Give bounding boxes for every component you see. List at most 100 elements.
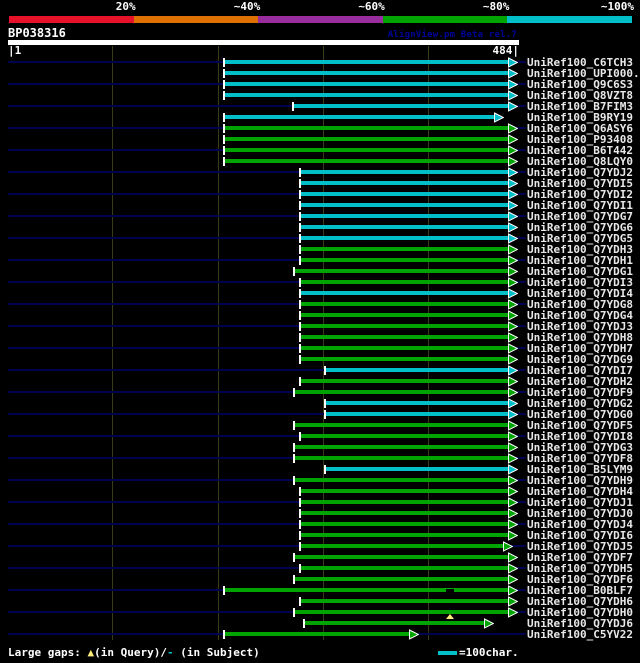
hit-arrow-icon <box>508 200 518 211</box>
identity-scale-label: ~60% <box>358 0 385 13</box>
hit-bar[interactable] <box>299 500 509 504</box>
hit-arrow-icon <box>508 508 518 519</box>
identity-scale-segment <box>133 16 259 23</box>
hit-bar[interactable] <box>293 555 509 559</box>
hit-bar[interactable] <box>224 115 496 119</box>
hit-bar[interactable] <box>299 313 509 317</box>
hit-bar[interactable] <box>299 236 509 240</box>
hit-bar[interactable] <box>224 93 509 97</box>
hit-bar[interactable] <box>299 203 509 207</box>
identity-scale-segment <box>507 16 632 23</box>
hit-bar[interactable] <box>325 412 509 416</box>
hit-bar[interactable] <box>299 489 509 493</box>
large-gaps-label: Large gaps: <box>8 646 88 659</box>
hit-bar[interactable] <box>224 60 509 64</box>
hit-bar[interactable] <box>299 302 509 306</box>
hit-bar[interactable] <box>293 423 509 427</box>
hit-start-tick <box>298 168 301 177</box>
watermark-text: AlignView.pm Beta rel.7 <box>387 30 517 40</box>
hit-arrow-icon <box>508 299 518 310</box>
hit-bar[interactable] <box>299 225 509 229</box>
hit-arrow-icon <box>508 244 518 255</box>
hit-arrow-icon <box>508 519 518 530</box>
hit-arrow-icon <box>508 255 518 266</box>
hit-start-tick <box>298 223 301 232</box>
large-gaps-legend: Large gaps: ▲(in Query)/- (in Subject) <box>8 646 260 659</box>
hit-bar[interactable] <box>224 137 509 141</box>
query-gap-marker <box>445 614 454 619</box>
hit-bar[interactable] <box>299 357 509 361</box>
hit-start-tick <box>298 322 301 331</box>
hit-bar[interactable] <box>299 258 509 262</box>
hit-bar[interactable] <box>293 577 509 581</box>
hit-arrow-icon <box>508 552 518 563</box>
hit-bar[interactable] <box>293 478 509 482</box>
hit-bar[interactable] <box>325 368 509 372</box>
hit-arrow-icon <box>508 530 518 541</box>
hit-bar[interactable] <box>293 390 509 394</box>
hit-start-tick <box>298 531 301 540</box>
hit-bar[interactable] <box>299 434 509 438</box>
hit-bar[interactable] <box>299 346 509 350</box>
hit-bar[interactable] <box>299 324 509 328</box>
hit-bar[interactable] <box>299 335 509 339</box>
hit-bar[interactable] <box>299 533 509 537</box>
hit-arrow-icon <box>508 596 518 607</box>
hit-bar[interactable] <box>293 445 509 449</box>
hit-start-tick <box>223 146 226 155</box>
hit-bar[interactable] <box>224 632 410 636</box>
hit-bar[interactable] <box>293 269 509 273</box>
hit-label[interactable]: UniRef100_C5YV22 <box>527 629 633 640</box>
hit-bar[interactable] <box>304 621 485 625</box>
hit-bar[interactable] <box>224 148 509 152</box>
hit-bar[interactable] <box>299 566 509 570</box>
hit-bar[interactable] <box>299 181 509 185</box>
hit-bar[interactable] <box>299 544 504 548</box>
hit-start-tick <box>298 300 301 309</box>
hit-bar[interactable] <box>299 379 509 383</box>
subject-gap-marker <box>445 589 454 592</box>
ruler-start-label: |1 <box>8 44 22 57</box>
hit-start-tick <box>324 465 327 474</box>
hit-start-tick <box>298 542 301 551</box>
hit-bar[interactable] <box>293 456 509 460</box>
hit-bar[interactable] <box>299 247 509 251</box>
identity-scale-label: 20% <box>115 0 136 13</box>
hit-bar[interactable] <box>224 82 509 86</box>
hit-arrow-icon <box>508 431 518 442</box>
hit-bar[interactable] <box>299 511 509 515</box>
hit-bar[interactable] <box>224 159 509 163</box>
hit-bar[interactable] <box>299 291 509 295</box>
hit-bar[interactable] <box>224 126 509 130</box>
hit-bar[interactable] <box>299 599 509 603</box>
hit-bar[interactable] <box>224 71 509 75</box>
hit-start-tick <box>292 388 295 397</box>
hit-bar[interactable] <box>299 192 509 196</box>
hit-arrow-icon <box>508 442 518 453</box>
hit-arrow-icon <box>508 409 518 420</box>
hit-bar[interactable] <box>292 104 509 108</box>
hit-bar[interactable] <box>299 280 509 284</box>
hit-arrow-icon <box>508 332 518 343</box>
hit-bar[interactable] <box>299 522 509 526</box>
hit-arrow-icon <box>508 387 518 398</box>
hit-bar[interactable] <box>299 170 509 174</box>
hit-bar[interactable] <box>299 214 509 218</box>
hit-bar[interactable] <box>293 610 509 614</box>
hit-bar[interactable] <box>224 588 509 592</box>
hit-arrow-icon <box>508 574 518 585</box>
hit-arrow-icon <box>508 464 518 475</box>
hit-arrow-icon <box>508 68 518 79</box>
hit-arrow-icon <box>508 123 518 134</box>
identity-scale-label: ~100% <box>600 0 634 13</box>
hit-bar[interactable] <box>325 467 509 471</box>
hit-arrow-icon <box>508 288 518 299</box>
scale-swatch <box>438 651 457 655</box>
hit-start-tick <box>298 498 301 507</box>
hit-bar[interactable] <box>325 401 509 405</box>
hit-arrow-icon <box>508 101 518 112</box>
identity-scale-segment <box>258 16 383 23</box>
hit-arrow-icon <box>508 145 518 156</box>
hit-arrow-icon <box>508 398 518 409</box>
hit-arrow-icon <box>508 376 518 387</box>
